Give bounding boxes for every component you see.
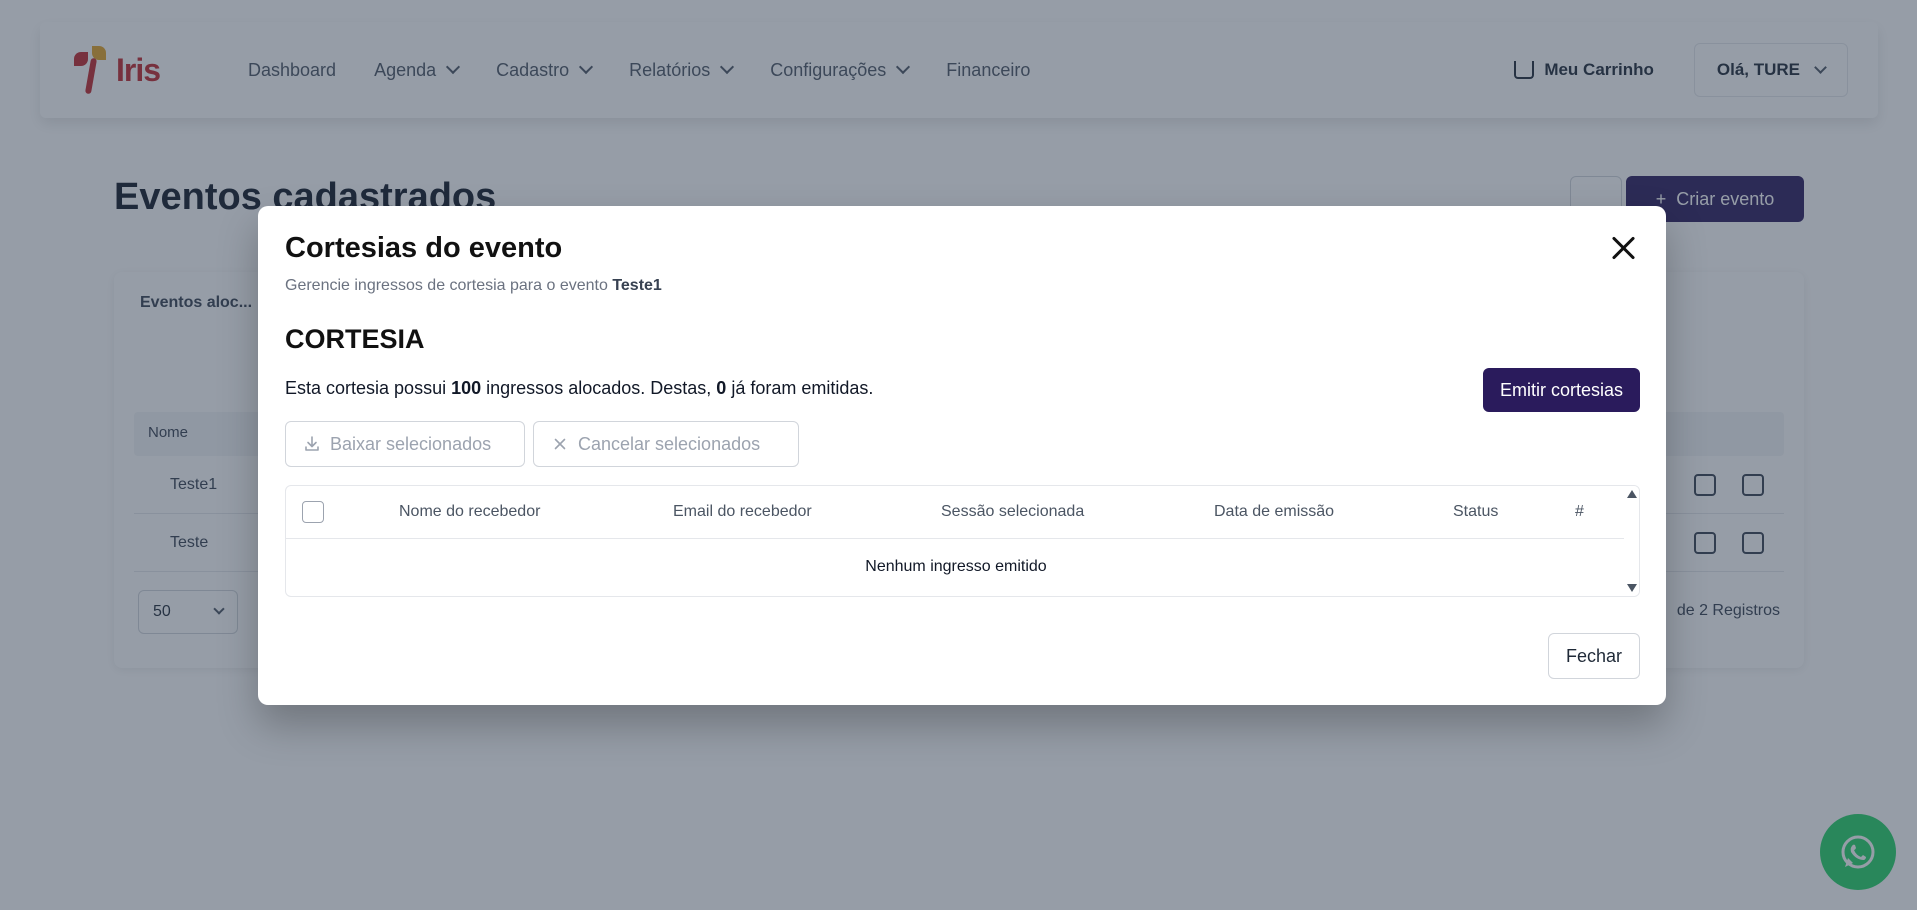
column-recipient-email[interactable]: Email do recebedor [673, 503, 812, 521]
close-icon[interactable] [1610, 234, 1638, 262]
section-title: CORTESIA [285, 324, 425, 354]
scroll-down-icon[interactable] [1627, 584, 1637, 592]
allocated-count: 100 [451, 378, 482, 398]
courtesy-modal: Cortesias do evento Gerencie ingressos d… [258, 206, 1666, 705]
modal-subtitle: Gerencie ingressos de cortesia para o ev… [285, 277, 662, 295]
column-issue-date[interactable]: Data de emissão [1214, 503, 1334, 521]
info-prefix: Esta cortesia possui [285, 378, 447, 398]
allocation-info: Esta cortesia possui 100 ingressos aloca… [285, 378, 873, 399]
cancel-selected-label: Cancelar selecionados [578, 433, 761, 454]
courtesy-table: Nome do recebedor Email do recebedor Ses… [285, 485, 1640, 597]
scroll-up-icon[interactable] [1627, 490, 1637, 498]
download-selected-button[interactable]: Baixar selecionados [285, 421, 525, 467]
empty-message: Nenhum ingresso emitido [865, 558, 1047, 575]
subtitle-text: Gerencie ingressos de cortesia para o ev… [285, 277, 608, 294]
close-button[interactable]: Fechar [1547, 633, 1640, 679]
x-icon [554, 438, 566, 450]
table-scrollbar[interactable] [1624, 486, 1639, 596]
info-middle: ingressos alocados. Destas, [486, 378, 712, 398]
column-recipient-name[interactable]: Nome do recebedor [399, 503, 540, 521]
info-suffix: já foram emitidas. [731, 378, 874, 398]
column-status[interactable]: Status [1453, 503, 1498, 521]
emit-courtesies-button[interactable]: Emitir cortesias [1482, 368, 1640, 412]
download-selected-label: Baixar selecionados [330, 433, 492, 454]
issued-count: 0 [716, 378, 727, 398]
column-session[interactable]: Sessão selecionada [941, 503, 1084, 521]
table-header: Nome do recebedor Email do recebedor Ses… [286, 486, 1626, 539]
download-icon [305, 436, 319, 451]
modal-title: Cortesias do evento [285, 232, 563, 264]
cancel-selected-button[interactable]: Cancelar selecionados [533, 421, 799, 467]
column-actions: # [1575, 503, 1584, 520]
event-name: Teste1 [612, 277, 662, 294]
select-all-checkbox[interactable] [302, 501, 324, 523]
